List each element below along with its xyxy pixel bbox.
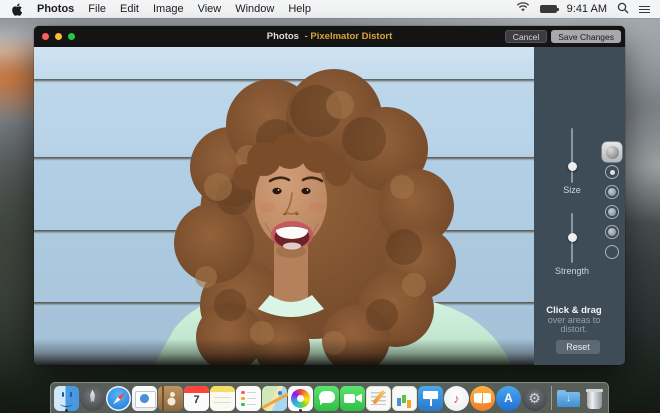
dock-downloads-folder-icon[interactable]: ↓ — [556, 386, 581, 411]
dock-facetime-icon[interactable] — [340, 385, 365, 411]
dock-system-preferences-icon[interactable]: ⚙ — [522, 385, 547, 411]
wifi-icon[interactable] — [516, 2, 530, 16]
dock-trash-icon[interactable] — [582, 386, 607, 411]
dock-numbers-icon[interactable] — [392, 385, 417, 411]
photo-subject-woman — [154, 69, 512, 365]
twirl-right-tool-icon — [605, 205, 619, 219]
size-slider-thumb[interactable] — [567, 162, 577, 171]
pinch-tool-icon — [605, 165, 619, 179]
pinch-tool-button[interactable] — [602, 162, 622, 182]
dock-reminders-icon[interactable] — [236, 385, 261, 411]
size-slider-track[interactable] — [571, 128, 573, 183]
dock: 7 ♪ A ⚙ ↓ — [50, 382, 609, 413]
dock-notes-icon[interactable] — [210, 385, 235, 411]
apple-menu-icon[interactable] — [12, 3, 23, 16]
menu-bar-clock[interactable]: 9:41 AM — [567, 3, 607, 15]
window-title-document: Pixelmator Distort — [310, 31, 393, 42]
distort-tool-sidebar: Size Strength Click & drag over areas to… — [534, 47, 625, 365]
strength-slider-label: Strength — [554, 266, 590, 276]
dock-maps-icon[interactable] — [262, 385, 287, 411]
menu-app-name[interactable]: Photos — [37, 3, 74, 15]
window-titlebar[interactable]: Photos - Pixelmator Distort Cancel Save … — [34, 26, 625, 47]
menu-file[interactable]: File — [88, 3, 106, 15]
rocket-icon — [90, 389, 95, 403]
dock-launchpad-icon[interactable] — [80, 385, 105, 411]
save-changes-button[interactable]: Save Changes — [551, 30, 621, 43]
desktop: Photos File Edit Image View Window Help … — [0, 0, 660, 413]
twirl-left-tool-button[interactable] — [602, 182, 622, 202]
dock-mail-icon[interactable] — [132, 385, 157, 411]
dock-ibooks-icon[interactable] — [470, 385, 495, 411]
dock-itunes-icon[interactable]: ♪ — [444, 385, 469, 411]
window-title-separator: - — [304, 31, 308, 42]
gear-icon: ⚙ — [528, 390, 541, 406]
menu-view[interactable]: View — [198, 3, 222, 15]
bar-chart-icon — [397, 397, 401, 406]
menu-window[interactable]: Window — [235, 3, 274, 15]
warp-tool-icon — [605, 225, 619, 239]
usage-hint: Click & drag over areas to distort. — [534, 306, 614, 335]
dock-contacts-icon[interactable] — [158, 385, 183, 411]
music-note-icon: ♪ — [453, 390, 460, 406]
compass-needle-icon — [111, 391, 126, 406]
zoom-window-button[interactable] — [68, 33, 75, 40]
strength-slider-thumb[interactable] — [567, 233, 577, 242]
dock-messages-icon[interactable] — [314, 385, 339, 411]
dock-calendar-icon[interactable]: 7 — [184, 385, 209, 411]
dock-photos-icon[interactable] — [288, 385, 313, 411]
photo-bottom-shadow — [34, 339, 534, 365]
bump-tool-icon — [605, 145, 619, 159]
pixelmator-distort-window: Photos - Pixelmator Distort Cancel Save … — [34, 26, 625, 365]
notification-center-icon[interactable] — [639, 5, 650, 14]
dock-pages-icon[interactable] — [366, 385, 391, 411]
warp-tool-button[interactable] — [602, 222, 622, 242]
menu-edit[interactable]: Edit — [120, 3, 139, 15]
traffic-lights — [34, 33, 75, 40]
window-title-app: Photos — [266, 31, 299, 42]
spotlight-search-icon[interactable] — [617, 2, 629, 17]
cancel-button[interactable]: Cancel — [504, 30, 548, 43]
appstore-letter: A — [504, 391, 513, 405]
twirl-left-tool-icon — [605, 185, 619, 199]
restore-tool-icon — [605, 245, 619, 259]
minimize-window-button[interactable] — [55, 33, 62, 40]
size-slider-label: Size — [563, 185, 581, 195]
menu-bar: Photos File Edit Image View Window Help … — [0, 0, 660, 18]
dock-keynote-icon[interactable] — [418, 385, 443, 411]
reset-button[interactable]: Reset — [556, 340, 600, 354]
photos-running-indicator — [299, 409, 302, 412]
twirl-right-tool-button[interactable] — [602, 202, 622, 222]
restore-tool-button[interactable] — [602, 242, 622, 262]
bump-tool-button[interactable] — [602, 142, 622, 162]
close-window-button[interactable] — [42, 33, 49, 40]
download-arrow-icon: ↓ — [566, 392, 571, 404]
hint-line-3: distort. — [560, 324, 588, 334]
calendar-day-number: 7 — [193, 393, 200, 406]
menu-help[interactable]: Help — [288, 3, 311, 15]
dock-safari-icon[interactable] — [106, 385, 131, 411]
menu-image[interactable]: Image — [153, 3, 184, 15]
finder-running-indicator — [65, 409, 68, 412]
photo-canvas[interactable] — [34, 47, 534, 365]
battery-icon[interactable] — [539, 5, 559, 13]
dock-finder-icon[interactable] — [54, 385, 79, 411]
dock-separator — [551, 386, 552, 410]
dock-appstore-icon[interactable]: A — [496, 385, 521, 411]
